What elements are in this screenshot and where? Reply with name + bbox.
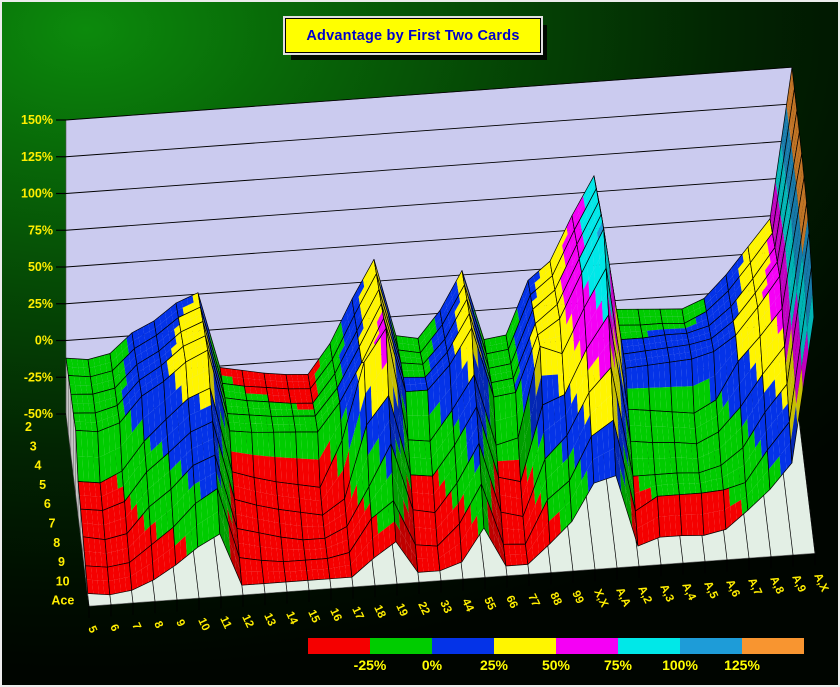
legend-label: 50% — [542, 657, 570, 673]
x-axis-tick-label: A,2 — [635, 584, 653, 605]
legend-swatch — [432, 638, 494, 654]
x-axis-tick-label: 66 — [503, 594, 519, 611]
x-axis-tick-label: A,6 — [723, 578, 741, 599]
x-axis-tick-label: 13 — [261, 611, 277, 628]
legend-label: 100% — [662, 657, 698, 673]
chart-window: Advantage by First Two Cards 150%125%100… — [0, 0, 840, 687]
x-axis-tick-label: 77 — [525, 592, 541, 609]
x-axis-tick-label: 17 — [349, 605, 365, 622]
x-axis-tick-label: 19 — [393, 602, 409, 619]
depth-axis-tick-label: 3 — [30, 439, 37, 453]
legend-labels: -25% 0% 25% 50% 75% 100% 125% — [308, 657, 804, 679]
x-axis-tick-label: A,7 — [745, 576, 763, 597]
x-axis-tick-label: 10 — [195, 616, 211, 633]
y-axis-tick-label: 125% — [21, 150, 53, 164]
x-axis-tick-label: 22 — [415, 600, 431, 617]
x-axis-tick-label: 16 — [327, 607, 343, 624]
y-axis-tick-label: 25% — [28, 297, 53, 311]
legend-swatch — [556, 638, 618, 654]
x-axis-tick-label: A,A — [613, 586, 632, 609]
legend-swatch — [494, 638, 556, 654]
value-axis: 150% 125% 100% 75% 50% 25% 0% -25% -50% — [21, 113, 66, 421]
depth-axis-tick-label: 6 — [44, 497, 51, 511]
legend-label: 0% — [422, 657, 442, 673]
depth-axis-tick-label: 5 — [39, 478, 46, 492]
legend-label: 125% — [724, 657, 760, 673]
depth-axis-tick-label: 8 — [53, 536, 60, 550]
x-axis-tick-label: X,X — [591, 587, 610, 609]
x-axis-tick-label: 11 — [217, 615, 233, 632]
x-axis-tick-label: 12 — [239, 613, 255, 630]
y-axis-tick-label: 50% — [28, 260, 53, 274]
chart-title: Advantage by First Two Cards — [285, 18, 541, 53]
legend-label: 25% — [480, 657, 508, 673]
x-axis-tick-label: A,9 — [789, 573, 807, 594]
x-axis-tick-label: 5 — [85, 624, 99, 635]
x-axis-tick-label: 9 — [173, 618, 187, 629]
x-axis-tick-label: 14 — [283, 610, 300, 627]
y-axis-tick-label: 150% — [21, 113, 53, 127]
y-axis-tick-label: 0% — [35, 334, 53, 348]
legend-swatch — [680, 638, 742, 654]
legend-swatch — [742, 638, 804, 654]
depth-axis: 2 3 4 5 6 7 8 9 10 Ace — [25, 420, 74, 608]
legend-swatch — [370, 638, 432, 654]
y-axis-tick-label: 100% — [21, 187, 53, 201]
x-axis-tick-label: 88 — [547, 591, 564, 608]
x-axis-tick-label: 99 — [569, 589, 585, 606]
depth-axis-tick-label: 10 — [56, 574, 70, 588]
depth-axis-tick-label: 7 — [49, 517, 56, 531]
x-axis-tick-label: 33 — [437, 599, 453, 616]
surface-chart: 150%125%100%75%50%25%0%-25%-50%234567891… — [2, 2, 840, 687]
y-axis-tick-label: -25% — [24, 370, 53, 384]
x-axis-tick-label: 8 — [151, 619, 165, 630]
x-axis-tick-label: 7 — [129, 621, 143, 632]
x-axis-tick-label: 6 — [107, 623, 121, 634]
x-axis-tick-label: 44 — [459, 597, 476, 614]
legend: -25% 0% 25% 50% 75% 100% 125% — [308, 638, 804, 679]
legend-label: 75% — [604, 657, 632, 673]
x-axis-tick-label: A,5 — [701, 579, 720, 601]
legend-color-bar — [308, 638, 804, 654]
x-axis-tick-label: 15 — [305, 608, 322, 625]
x-axis-tick-label: A,3 — [657, 583, 675, 604]
x-axis-tick-label: A,4 — [679, 581, 698, 603]
depth-axis-tick-label: 9 — [58, 555, 65, 569]
x-axis-tick-label: A,X — [811, 571, 830, 594]
legend-swatch — [618, 638, 680, 654]
y-axis-tick-label: -50% — [24, 407, 53, 421]
x-axis-tick-label: 18 — [371, 603, 388, 620]
y-axis-tick-label: 75% — [28, 223, 53, 237]
depth-axis-tick-label: 2 — [25, 420, 32, 434]
depth-axis-tick-label: 4 — [34, 459, 41, 473]
x-axis-tick-label: 55 — [481, 595, 498, 612]
legend-label: -25% — [354, 657, 387, 673]
legend-swatch — [308, 638, 370, 654]
depth-axis-tick-label: Ace — [51, 594, 74, 608]
x-axis-tick-label: A,8 — [767, 575, 786, 597]
